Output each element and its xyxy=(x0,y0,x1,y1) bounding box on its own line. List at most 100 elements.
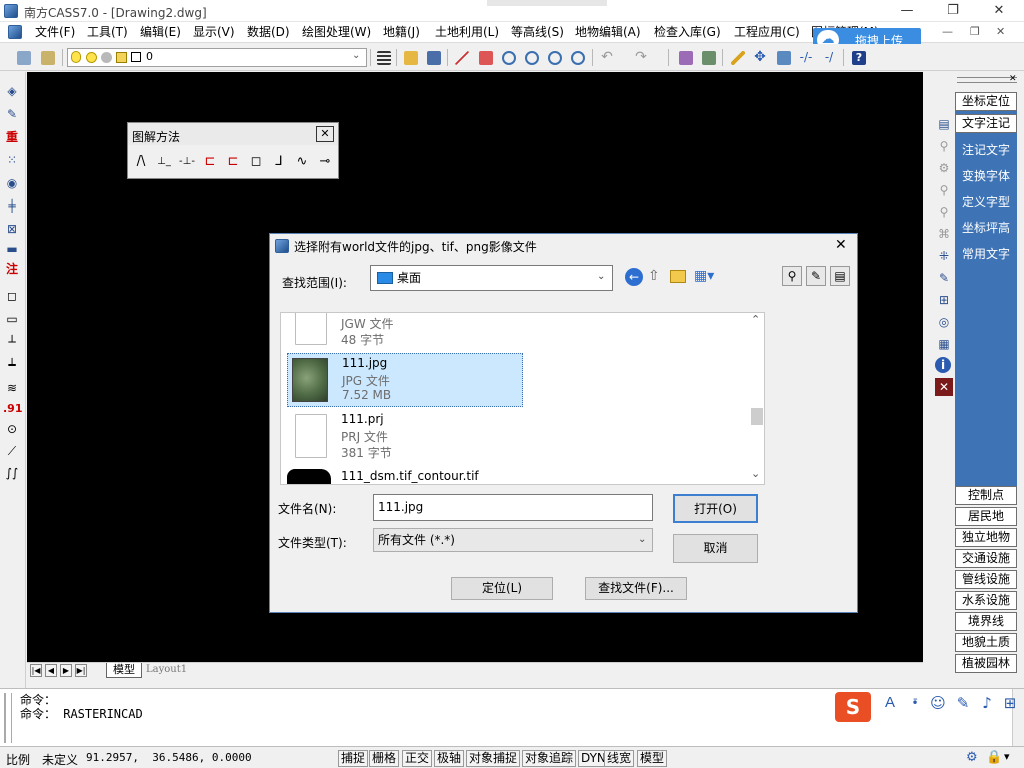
punctuation-icon[interactable]: •ֿ xyxy=(905,693,925,713)
parallel-tool-icon[interactable]: -⊥- xyxy=(178,154,196,172)
panel-category-button[interactable]: 控制点 xyxy=(955,486,1017,505)
status-toggle-button[interactable]: 线宽 xyxy=(604,750,635,767)
menu-item[interactable]: 土地利用(L) xyxy=(430,22,504,42)
panel-category-button[interactable]: 水系设施 xyxy=(955,591,1017,610)
help-icon[interactable]: ? xyxy=(849,48,867,66)
coordinate-locate-button[interactable]: 坐标定位 xyxy=(955,92,1017,111)
grid-icon[interactable]: ┷ xyxy=(3,356,21,374)
app-icon[interactable] xyxy=(4,4,18,18)
contour-icon[interactable]: ≋ xyxy=(3,379,21,397)
microphone-icon[interactable]: ♪ xyxy=(977,693,997,713)
ruler-icon[interactable]: ▬ xyxy=(3,240,21,258)
panel-category-button[interactable]: 管线设施 xyxy=(955,570,1017,589)
status-menu-icon[interactable]: ▾ xyxy=(1004,750,1010,763)
status-toggle-button[interactable]: 对象追踪 xyxy=(522,750,577,767)
status-toggle-button[interactable]: 极轴 xyxy=(434,750,465,767)
menu-item[interactable]: 绘图处理(W) xyxy=(297,22,376,42)
tag-icon[interactable]: ◈ xyxy=(3,82,21,100)
menu-item[interactable]: 数据(D) xyxy=(242,22,295,42)
square-tool-icon[interactable]: ◻ xyxy=(247,154,265,172)
menu-item[interactable]: 工具(T) xyxy=(82,22,133,42)
edit-tool-icon[interactable]: ✎ xyxy=(935,269,953,287)
layers-icon[interactable]: ▤ xyxy=(935,115,953,133)
lock-icon[interactable] xyxy=(116,52,127,63)
zoom-in-icon[interactable] xyxy=(545,48,563,66)
minimize-button[interactable]: — xyxy=(884,0,930,22)
scrollbar[interactable]: ⌃ ⌄ xyxy=(748,313,764,484)
panel-link[interactable]: 常用文字 xyxy=(955,245,1017,262)
restore-button[interactable]: ❐ xyxy=(930,0,976,22)
move-icon[interactable]: ✥ xyxy=(751,48,769,66)
up-folder-icon[interactable]: ⇧ xyxy=(648,268,660,284)
emoji-icon[interactable]: ☺ xyxy=(928,693,948,713)
status-toggle-button[interactable]: 正交 xyxy=(402,750,433,767)
view-menu-icon[interactable]: ▦▾ xyxy=(694,268,714,284)
panel-category-button[interactable]: 植被园林 xyxy=(955,654,1017,673)
prev-tab-button[interactable]: ◀ xyxy=(45,664,57,677)
properties-icon[interactable] xyxy=(676,48,694,66)
fence-icon[interactable]: ╪ xyxy=(3,197,21,215)
curve-icon[interactable]: ∫∫ xyxy=(3,464,21,482)
last-tab-button[interactable]: ▶| xyxy=(75,664,87,677)
open-button[interactable]: 打开(O) xyxy=(673,494,758,523)
text-annotation-button[interactable]: 文字注记 xyxy=(955,114,1017,133)
dashline-icon[interactable]: ┴ xyxy=(3,333,21,351)
palette-close-button[interactable]: ✕ xyxy=(316,126,334,142)
panel-link[interactable]: 变换字体 xyxy=(955,167,1017,184)
tools-icon[interactable]: ▤ xyxy=(830,266,850,286)
lightbulb-icon[interactable] xyxy=(71,51,81,63)
corner-tool-icon[interactable]: ⅃ xyxy=(270,154,288,172)
menu-item[interactable]: 等高线(S) xyxy=(506,22,569,42)
panel-category-button[interactable]: 独立地物 xyxy=(955,528,1017,547)
panel-grip[interactable] xyxy=(957,77,1017,83)
wave-tool-icon[interactable]: ∿ xyxy=(293,154,311,172)
menu-item[interactable]: 文件(F) xyxy=(30,22,80,42)
bracket-red2-icon[interactable]: ⊏ xyxy=(224,154,242,172)
edit-icon[interactable] xyxy=(476,48,494,66)
grid-select-icon[interactable]: ▦ xyxy=(935,335,953,353)
layer-combo[interactable]: 0 ⌄ xyxy=(67,48,367,67)
file-list[interactable]: JGW 文件 48 字节 111.jpg JPG 文件 7.52 MB 111.… xyxy=(280,312,765,485)
find-icon[interactable]: ✎ xyxy=(806,266,826,286)
panel-category-button[interactable]: 居民地 xyxy=(955,507,1017,526)
table-icon[interactable]: ⊞ xyxy=(935,291,953,309)
zoom-realtime-icon[interactable] xyxy=(499,48,517,66)
filetype-select[interactable]: 所有文件 (*.*) ⌄ xyxy=(373,528,653,552)
chevron-down-icon[interactable]: ⌄ xyxy=(352,50,360,61)
panel-category-button[interactable]: 交通设施 xyxy=(955,549,1017,568)
status-toggle-button[interactable]: 栅格 xyxy=(369,750,400,767)
new-folder-icon[interactable] xyxy=(670,270,686,283)
layer-manager-icon[interactable] xyxy=(14,48,32,66)
circle-point-icon[interactable]: ⊙ xyxy=(3,420,21,438)
panel-link[interactable]: 定义字型 xyxy=(955,193,1017,210)
list-item-selected[interactable]: 111.jpg JPG 文件 7.52 MB xyxy=(287,353,523,407)
filename-input[interactable]: 111.jpg xyxy=(373,494,653,521)
lookin-combo[interactable]: 桌面 ⌄ xyxy=(370,265,613,291)
scroll-thumb[interactable] xyxy=(751,408,763,425)
mdi-minimize-button[interactable]: — xyxy=(942,25,953,38)
open-folder-icon[interactable] xyxy=(401,48,419,66)
tab-model[interactable]: 模型 xyxy=(106,663,142,678)
back-icon[interactable]: ← xyxy=(625,268,643,286)
info-icon[interactable]: i xyxy=(935,357,951,373)
status-toggle-button[interactable]: 模型 xyxy=(637,750,668,767)
grid-menu-icon[interactable]: ⊞ xyxy=(1000,693,1020,713)
angle-tool-icon[interactable]: /\ xyxy=(132,154,150,172)
calculator-icon[interactable] xyxy=(699,48,717,66)
close-button[interactable]: ✕ xyxy=(976,0,1022,22)
panel-link[interactable]: 坐标坪高 xyxy=(955,219,1017,236)
rectangle-icon[interactable]: ▭ xyxy=(3,310,21,328)
panel-category-button[interactable]: 境界线 xyxy=(955,612,1017,631)
panel-link[interactable]: 注记文字 xyxy=(955,141,1017,158)
query-icon[interactable]: ⚲ xyxy=(935,181,953,199)
menu-item[interactable]: 地物编辑(A) xyxy=(570,22,646,42)
menu-item[interactable]: 编辑(E) xyxy=(135,22,186,42)
locate-button[interactable]: 定位(L) xyxy=(451,577,553,600)
dialog-close-button[interactable]: ✕ xyxy=(835,237,847,253)
panel-close-icon[interactable]: ✕ xyxy=(1009,74,1017,84)
find-file-button[interactable]: 查找文件(F)... xyxy=(585,577,687,600)
menu-item[interactable]: 检查入库(G) xyxy=(649,22,726,42)
extend-icon[interactable]: -/ xyxy=(820,48,838,66)
redo-icon[interactable]: ↷ xyxy=(632,48,650,66)
panel-category-button[interactable]: 地貌土质 xyxy=(955,633,1017,652)
